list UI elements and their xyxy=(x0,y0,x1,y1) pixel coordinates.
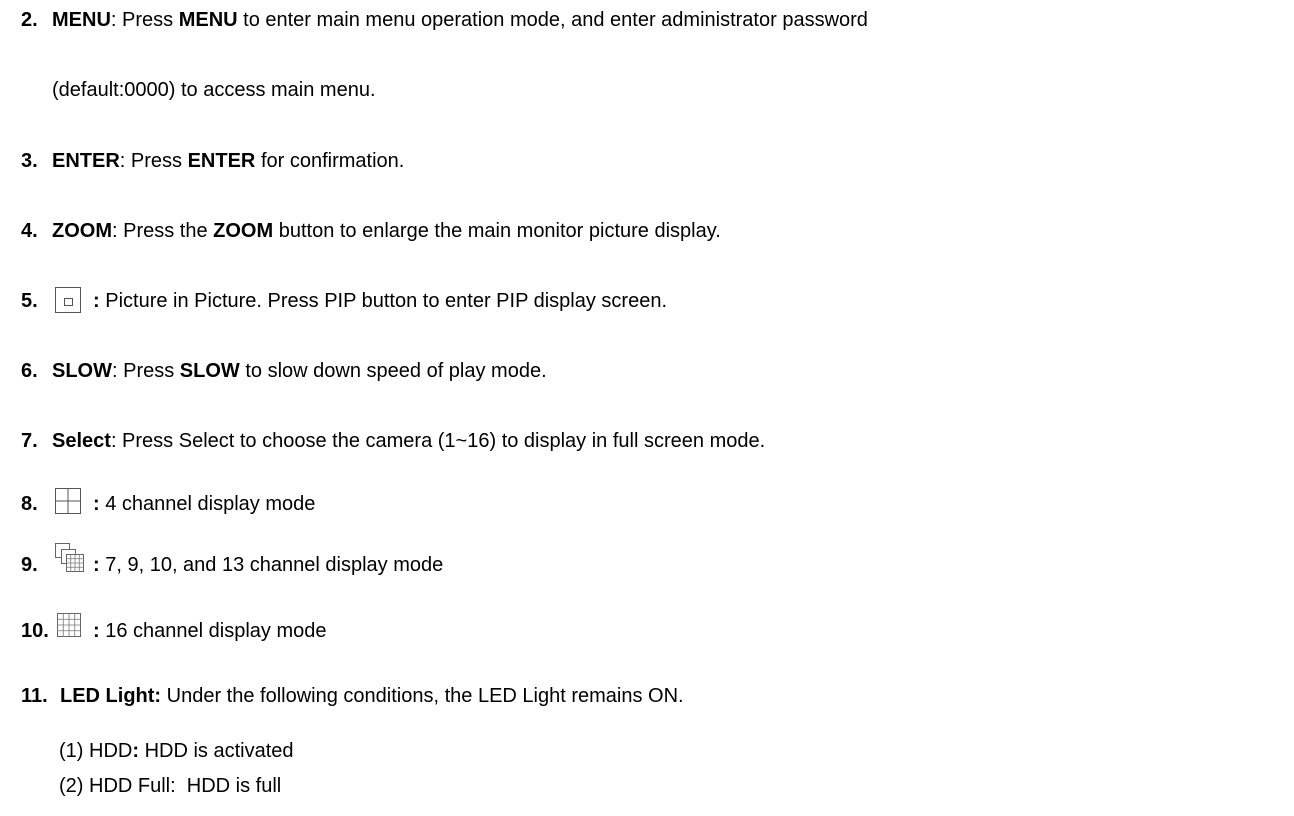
select-key-label: Select xyxy=(52,430,111,452)
item-content: SLOW: Press SLOW to slow down speed of p… xyxy=(52,359,547,383)
item-number: 5. xyxy=(21,290,38,312)
item-number: 7. xyxy=(21,430,38,452)
item-text: : Press Select to choose the camera (1~1… xyxy=(110,430,766,452)
item-text: to enter main menu operation mode, and e… xyxy=(237,9,868,31)
item-text: Picture in Picture. Press PIP button to … xyxy=(99,290,667,312)
sub-item-colon: : xyxy=(132,740,140,762)
pip-icon xyxy=(55,287,81,313)
item-text: 16 channel display mode xyxy=(99,620,327,642)
item-colon: : xyxy=(93,554,100,576)
item-number: 4. xyxy=(21,220,38,242)
item-text: button to enlarge the main monitor pictu… xyxy=(273,220,721,242)
item-number: 2. xyxy=(21,9,38,31)
item-number: 9. xyxy=(21,554,38,576)
item-number: 3. xyxy=(21,150,38,172)
enter-key-label-inline: ENTER xyxy=(187,150,256,172)
zoom-key-label: ZOOM xyxy=(52,220,112,242)
item-content: : 7, 9, 10, and 13 channel display mode xyxy=(93,553,443,577)
item-content: ZOOM: Press the ZOOM button to enlarge t… xyxy=(52,219,721,243)
sixteen-grid-icon xyxy=(57,613,81,637)
sub-item-text: HDD is activated xyxy=(139,740,294,762)
sub-item-prefix: (1) HDD xyxy=(59,740,133,762)
item-content: LED Light: Under the following condition… xyxy=(60,684,684,708)
item-number: 10. xyxy=(21,620,49,642)
menu-key-label: MENU xyxy=(52,9,111,31)
item-number: 6. xyxy=(21,360,38,382)
item-text: : Press xyxy=(110,9,179,31)
item-colon: : xyxy=(93,620,100,642)
item-number: 11. xyxy=(21,685,48,707)
quad-grid-icon xyxy=(55,488,81,514)
sub-item-content: (1) HDD: HDD is activated xyxy=(59,739,294,763)
item-content: MENU: Press MENU to enter main menu oper… xyxy=(52,8,868,32)
manual-page: 2. MENU: Press MENU to enter main menu o… xyxy=(0,0,1294,816)
item-text: Under the following conditions, the LED … xyxy=(161,685,684,707)
item-content: : 4 channel display mode xyxy=(93,492,315,516)
zoom-key-label-inline: ZOOM xyxy=(213,220,274,242)
item-text: for confirmation. xyxy=(255,150,405,172)
sub-item-content: (2) HDD Full: HDD is full xyxy=(59,775,282,797)
item-content: : 16 channel display mode xyxy=(93,619,327,643)
multi-grid-icon xyxy=(55,543,85,573)
item-colon: : xyxy=(93,290,100,312)
item-number: 8. xyxy=(21,493,38,515)
slow-key-label: SLOW xyxy=(52,360,112,382)
slow-key-label-inline: SLOW xyxy=(179,360,240,382)
item-text: : Press xyxy=(119,150,188,172)
enter-key-label: ENTER xyxy=(52,150,120,172)
led-light-label: LED Light: xyxy=(60,685,162,707)
item-text: : Press xyxy=(112,360,180,382)
item-content: : Picture in Picture. Press PIP button t… xyxy=(93,289,667,313)
item-text: 4 channel display mode xyxy=(99,493,316,515)
item-colon: : xyxy=(93,493,100,515)
item-text: 7, 9, 10, and 13 channel display mode xyxy=(99,554,444,576)
menu-key-label-inline: MENU xyxy=(178,9,238,31)
item-continuation: (default:0000) to access main menu. xyxy=(52,79,376,101)
item-content: ENTER: Press ENTER for confirmation. xyxy=(52,149,404,173)
item-text: : Press the xyxy=(112,220,214,242)
item-text: to slow down speed of play mode. xyxy=(239,360,547,382)
item-content: Select: Press Select to choose the camer… xyxy=(52,429,765,453)
